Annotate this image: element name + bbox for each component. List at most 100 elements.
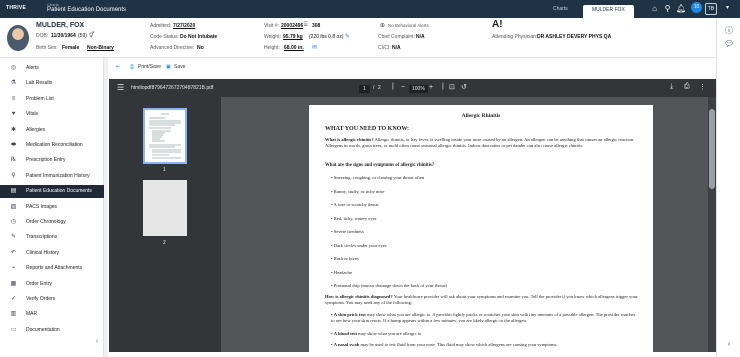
zoom-in-icon[interactable]: + bbox=[429, 84, 433, 91]
rotate-icon[interactable]: ↺ bbox=[461, 83, 467, 91]
pdf-filename: htmltopdf879647267270487821B.pdf bbox=[131, 85, 214, 91]
sidebar-item-label: Vitals bbox=[26, 111, 39, 118]
save-button[interactable]: Save bbox=[174, 64, 185, 70]
home-icon[interactable]: ⌂ bbox=[650, 4, 659, 13]
scroll-thumb[interactable] bbox=[709, 109, 715, 189]
gender-value[interactable]: Non-Binary bbox=[87, 45, 114, 51]
bell-icon[interactable]: 🔔︎ bbox=[676, 4, 686, 13]
symptom-item: • Severe tiredness bbox=[331, 229, 364, 234]
symptom-item: • Sneezing, coughing, or clearing your t… bbox=[331, 175, 424, 180]
sidebar-item-allergies[interactable]: ✱ Allergies bbox=[0, 124, 104, 137]
test-name: A nasal swab bbox=[333, 342, 360, 347]
document-title: Allergic Rhinitis bbox=[461, 113, 501, 119]
print-icon[interactable]: ⎙ bbox=[130, 64, 134, 70]
height-value[interactable]: 68.00 in. bbox=[284, 45, 304, 51]
search-icon[interactable]: ⚲ bbox=[663, 4, 672, 13]
info-icon[interactable]: ⓘ bbox=[724, 26, 734, 36]
history-icon: ↶ bbox=[10, 249, 17, 256]
sidebar-item-label: Lab Results bbox=[26, 80, 53, 87]
sidebar-item-label: Reports and Attachments bbox=[26, 265, 83, 272]
sidebar-item-clinical-history[interactable]: ↶ Clinical History bbox=[0, 247, 104, 260]
sidebar-item-documentation[interactable]: ▭ Documentation bbox=[0, 324, 104, 337]
notification-badge[interactable]: 10 bbox=[691, 2, 702, 13]
test-description: may show what you are allergic to. A pro… bbox=[331, 312, 636, 323]
sidebar-item-label: Documentation bbox=[26, 326, 60, 333]
thumbnail-panel: 1 2 bbox=[109, 97, 221, 352]
chevron-down-icon[interactable]: ▾ bbox=[723, 4, 732, 13]
right-rail: ⓘ 💬︎ ‹ bbox=[716, 18, 740, 357]
birth-sex-value: Female bbox=[62, 45, 80, 51]
sidebar-item-mar[interactable]: ▥ MAR bbox=[0, 308, 104, 321]
page-thumbnail[interactable] bbox=[143, 180, 187, 236]
sidebar-item-reports-and-attachments[interactable]: ⌁ Reports and Attachments bbox=[0, 262, 104, 275]
mail-icon[interactable]: ✉ bbox=[312, 44, 317, 51]
admitted-value[interactable]: 7/27/2020 bbox=[173, 23, 195, 29]
advanced-directive-value: No bbox=[197, 45, 204, 51]
paperclip-icon: ⌁ bbox=[11, 265, 16, 272]
print-save-button[interactable]: Print/Save bbox=[138, 64, 161, 70]
chevron-left-icon[interactable]: ‹ bbox=[724, 340, 734, 350]
zoom-out-icon[interactable]: − bbox=[401, 84, 405, 91]
zoom-input[interactable]: 100% bbox=[409, 85, 428, 93]
symptom-text: Dark circles under your eyes bbox=[333, 242, 387, 248]
chat-icon[interactable]: 💬︎ bbox=[724, 39, 734, 49]
chief-complaint-label: Chief Complaint: bbox=[378, 34, 415, 40]
edit-icon[interactable]: ✎ bbox=[345, 33, 350, 40]
sidebar-item-patient-immunization-history[interactable]: ⚲ Patient Immunization History bbox=[0, 170, 104, 183]
sidebar-item-label: PACS Images bbox=[26, 203, 58, 210]
sidebar-item-label: Clinical History bbox=[26, 249, 60, 256]
mar-icon: ▥ bbox=[10, 311, 17, 318]
sidebar-item-transcriptions[interactable]: ✎ Transcriptions bbox=[0, 231, 104, 244]
sidebar-item-medication-reconciliation[interactable]: ⬬ Medication Reconciliation bbox=[0, 139, 104, 152]
tab-patient[interactable]: MULDER FOX bbox=[583, 5, 634, 18]
paragraph: What is allergic rhinitis? Allergic rhin… bbox=[325, 137, 643, 149]
age-value: (59) bbox=[78, 33, 87, 39]
thumbnail-text-lines bbox=[149, 113, 181, 159]
download-icon[interactable]: ⤓ bbox=[670, 83, 673, 91]
room-value: 308 bbox=[312, 23, 321, 29]
sidebar-item-label: Order Entry bbox=[26, 280, 52, 287]
pdf-viewer: ☰ htmltopdf879647267270487821B.pdf 1 / 2… bbox=[109, 79, 716, 352]
syringe-icon: ⚲ bbox=[11, 172, 16, 179]
sidebar-item-label: Medication Reconciliation bbox=[26, 142, 83, 148]
thumbnail-page-number: 1 bbox=[163, 167, 166, 173]
warning-icon[interactable]: A! bbox=[492, 19, 503, 30]
page-number-input[interactable]: 1 bbox=[359, 85, 370, 93]
patient-name: MULDER, FOX bbox=[36, 22, 85, 29]
advanced-directive-label: Advanced Directive: bbox=[150, 45, 195, 51]
back-icon[interactable]: ⇤ bbox=[116, 64, 120, 70]
symptom-text: Headache bbox=[333, 269, 352, 275]
sidebar-item-label: Transcriptions bbox=[26, 234, 58, 241]
behavioral-alerts-value[interactable]: No Behavioral Alerts bbox=[388, 23, 429, 28]
sidebar-item-order-entry[interactable]: ▦ Order Entry bbox=[0, 278, 104, 291]
fit-page-icon[interactable]: ⊡ bbox=[449, 83, 455, 91]
chevron-left-icon[interactable]: ‹ bbox=[96, 338, 98, 345]
visit-value[interactable]: 20002496 bbox=[281, 23, 303, 29]
sidebar-scrollbar[interactable] bbox=[104, 58, 108, 357]
sidebar-item-order-chronology[interactable]: ◷ Order Chronology bbox=[0, 216, 104, 229]
chevron-down-icon[interactable]: ⌄ bbox=[80, 22, 85, 29]
divider: | bbox=[442, 83, 444, 90]
sidebar-item-vitals[interactable]: ♥ Vitals bbox=[0, 108, 104, 121]
symptom-item: • Runny, stuffy, or itchy nose bbox=[331, 189, 384, 194]
tab-charts[interactable]: Charts bbox=[553, 6, 568, 12]
weight-value[interactable]: 95.79 kg bbox=[283, 34, 303, 40]
user-avatar[interactable]: TB bbox=[705, 3, 717, 15]
menu-icon[interactable]: ☰ bbox=[117, 83, 124, 92]
rx-icon: ℞ bbox=[10, 157, 17, 164]
sidebar-item-pacs-images[interactable]: ▧ PACS Images bbox=[0, 201, 104, 214]
sidebar-item-alerts[interactable]: ◎ Alerts bbox=[0, 62, 104, 75]
page-thumbnail[interactable] bbox=[143, 108, 187, 164]
sidebar-item-verify-orders[interactable]: ✓ Verify Orders bbox=[0, 293, 104, 306]
sidebar-item-prescription-entry[interactable]: ℞ Prescription Entry bbox=[0, 154, 104, 167]
admitted-label: Admitted: bbox=[150, 23, 172, 29]
print-icon[interactable]: ⎙ bbox=[684, 83, 690, 91]
sidebar-item-problem-list[interactable]: ≡ Problem List bbox=[0, 93, 104, 106]
attending-label: Attending Physician: bbox=[492, 34, 538, 40]
symptom-item: • A sore or scratchy throat bbox=[331, 202, 379, 207]
more-options-icon[interactable]: ⋮ bbox=[699, 83, 706, 91]
save-icon[interactable]: ▣ bbox=[166, 64, 171, 70]
sidebar-item-patient-education-documents[interactable]: ▤ Patient Education Documents bbox=[0, 185, 104, 199]
pdf-scrollbar[interactable] bbox=[708, 97, 716, 352]
sidebar-item-lab-results[interactable]: ⚗ Lab Results bbox=[0, 77, 104, 90]
